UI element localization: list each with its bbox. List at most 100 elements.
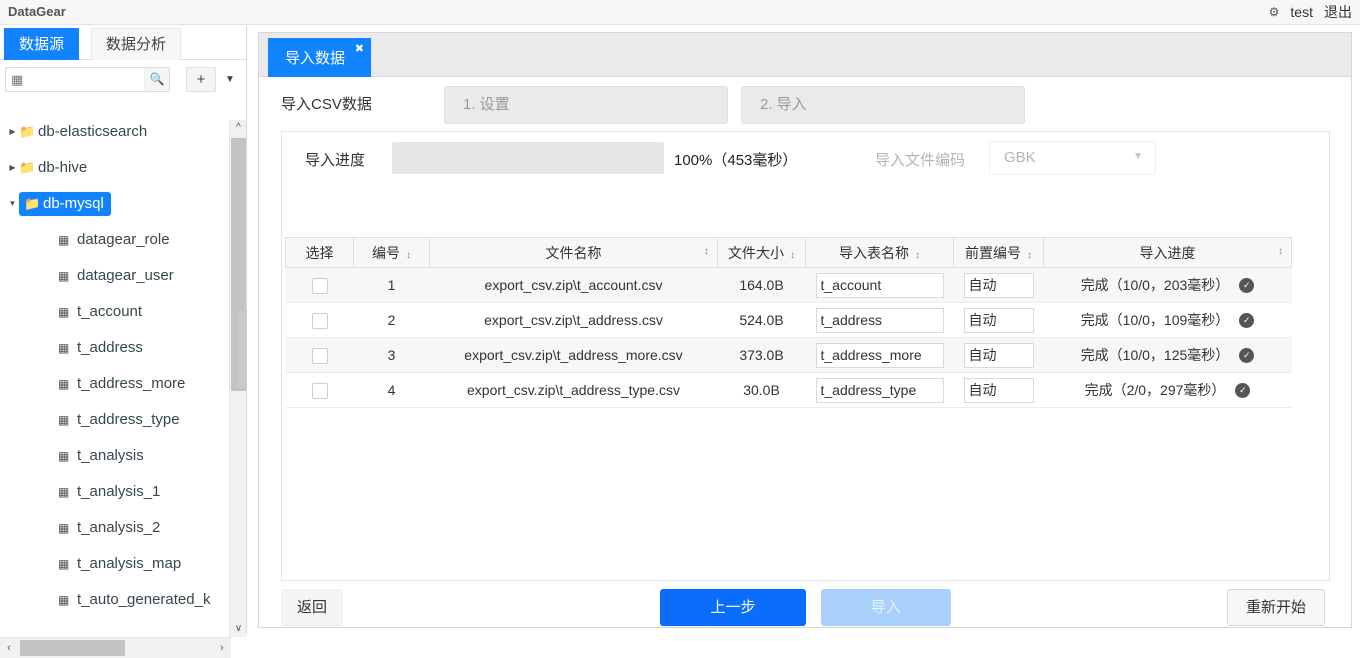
- chevron-right-icon[interactable]: ▶: [6, 114, 19, 150]
- tree-inner-scrollbar-thumb[interactable]: [238, 310, 247, 388]
- row-checkbox[interactable]: [312, 278, 328, 294]
- chevron-down-icon[interactable]: ▼: [6, 186, 19, 222]
- import-card: 导入进度 100%（453毫秒） 导入文件编码 GBK ▼ 选择 编号↕ 文件名…: [281, 131, 1330, 581]
- cell-table-name[interactable]: [806, 373, 954, 408]
- pre-no-input[interactable]: [964, 343, 1034, 368]
- tree-node-db-elasticsearch[interactable]: ▶📁db-elasticsearch: [0, 114, 229, 150]
- pre-no-input[interactable]: [964, 378, 1034, 403]
- folder-icon: 📁: [24, 186, 43, 222]
- th-file-name[interactable]: 文件名称↕: [430, 238, 718, 268]
- cell-select[interactable]: [286, 303, 354, 338]
- tree-node-t-analysis-1[interactable]: ▦t_analysis_1: [0, 474, 229, 510]
- search-box[interactable]: ▦ 🔍: [5, 67, 170, 92]
- sort-icon[interactable]: ↕: [915, 250, 920, 261]
- scroll-up-icon[interactable]: ^: [230, 120, 247, 136]
- sidebar-toolbar: ▦ 🔍 + ▼: [0, 67, 247, 95]
- encoding-select[interactable]: GBK ▼: [989, 141, 1156, 175]
- user-name[interactable]: test: [1290, 4, 1313, 20]
- scroll-down-icon[interactable]: ∨: [230, 621, 247, 637]
- pre-no-input[interactable]: [964, 308, 1034, 333]
- table-name-input[interactable]: [816, 378, 944, 403]
- chevron-down-icon[interactable]: ▼: [219, 67, 241, 92]
- tree-node-label: t_address_type: [77, 411, 180, 428]
- tree-node-db-hive[interactable]: ▶📁db-hive: [0, 150, 229, 186]
- table-row[interactable]: 1 export_csv.zip\t_account.csv 164.0B 完成…: [286, 268, 1292, 303]
- tree-node-t-analysis-map[interactable]: ▦t_analysis_map: [0, 546, 229, 582]
- add-datasource-button[interactable]: +: [186, 67, 216, 92]
- step-2-import[interactable]: 2. 导入: [741, 86, 1025, 124]
- logout-link[interactable]: 退出: [1324, 2, 1352, 22]
- close-icon[interactable]: ✖: [355, 42, 364, 55]
- sort-icon[interactable]: ↕: [1278, 246, 1283, 257]
- step-1-settings[interactable]: 1. 设置: [444, 86, 728, 124]
- sort-icon[interactable]: ↕: [704, 246, 709, 257]
- tree-node-t-analysis-2[interactable]: ▦t_analysis_2: [0, 510, 229, 546]
- row-checkbox[interactable]: [312, 383, 328, 399]
- tree-node-t-analysis[interactable]: ▦t_analysis: [0, 438, 229, 474]
- progress-bar: [392, 142, 664, 174]
- scroll-left-icon[interactable]: ‹: [0, 638, 18, 658]
- th-select[interactable]: 选择: [286, 238, 354, 268]
- cell-table-name[interactable]: [806, 303, 954, 338]
- search-input[interactable]: [30, 68, 145, 91]
- cell-file-size: 373.0B: [718, 338, 806, 373]
- cell-table-name[interactable]: [806, 268, 954, 303]
- back-button[interactable]: 返回: [281, 589, 343, 626]
- chevron-right-icon[interactable]: ▶: [6, 150, 19, 186]
- scrollbar-thumb-horizontal[interactable]: [20, 640, 125, 656]
- gear-icon[interactable]: ⚙: [1269, 3, 1280, 21]
- cell-file-name: export_csv.zip\t_address_type.csv: [430, 373, 718, 408]
- tab-datasource[interactable]: 数据源: [4, 28, 79, 60]
- sort-icon[interactable]: ↕: [406, 250, 411, 261]
- progress-status-text: 完成（10/0，203毫秒）: [1081, 277, 1230, 293]
- cell-no: 1: [354, 268, 430, 303]
- tab-data-analysis[interactable]: 数据分析: [91, 28, 181, 60]
- cell-table-name[interactable]: [806, 338, 954, 373]
- scroll-right-icon[interactable]: ›: [213, 638, 231, 658]
- tree-node-t-address-type[interactable]: ▦t_address_type: [0, 402, 229, 438]
- th-no[interactable]: 编号↕: [354, 238, 430, 268]
- tree-node-datagear-role[interactable]: ▦datagear_role: [0, 222, 229, 258]
- cell-select[interactable]: [286, 338, 354, 373]
- table-name-input[interactable]: [816, 273, 944, 298]
- sort-icon[interactable]: ↕: [1027, 250, 1032, 261]
- tree-node-datagear-user[interactable]: ▦datagear_user: [0, 258, 229, 294]
- table-row[interactable]: 4 export_csv.zip\t_address_type.csv 30.0…: [286, 373, 1292, 408]
- sort-icon[interactable]: ↕: [790, 250, 795, 261]
- th-table-name[interactable]: 导入表名称↕: [806, 238, 954, 268]
- check-circle-icon: ✓: [1239, 278, 1254, 293]
- tree-node-label: t_address: [77, 339, 143, 356]
- search-icon[interactable]: 🔍: [144, 68, 169, 91]
- tab-import-data[interactable]: 导入数据 ✖: [268, 38, 371, 77]
- tree-node-t-address[interactable]: ▦t_address: [0, 330, 229, 366]
- table-name-input[interactable]: [816, 343, 944, 368]
- tree-horizontal-scrollbar[interactable]: ‹ ›: [0, 637, 231, 658]
- th-pre-no[interactable]: 前置编号↕: [954, 238, 1044, 268]
- tree-node-t-address-more[interactable]: ▦t_address_more: [0, 366, 229, 402]
- tree-node-label: db-mysql: [43, 195, 104, 212]
- previous-step-button[interactable]: 上一步: [660, 589, 806, 626]
- table-name-input[interactable]: [816, 308, 944, 333]
- cell-file-name: export_csv.zip\t_address.csv: [430, 303, 718, 338]
- cell-pre-no[interactable]: [954, 303, 1044, 338]
- cell-select[interactable]: [286, 268, 354, 303]
- th-file-size[interactable]: 文件大小↕: [718, 238, 806, 268]
- tree-node-t-auto-generated-k[interactable]: ▦t_auto_generated_k: [0, 582, 229, 618]
- cell-select[interactable]: [286, 373, 354, 408]
- cell-progress: 完成（2/0，297毫秒）✓: [1044, 373, 1292, 408]
- table-row[interactable]: 2 export_csv.zip\t_address.csv 524.0B 完成…: [286, 303, 1292, 338]
- cell-pre-no[interactable]: [954, 268, 1044, 303]
- table-row[interactable]: 3 export_csv.zip\t_address_more.csv 373.…: [286, 338, 1292, 373]
- cell-pre-no[interactable]: [954, 338, 1044, 373]
- th-import-progress[interactable]: 导入进度↕: [1044, 238, 1292, 268]
- restart-button[interactable]: 重新开始: [1227, 589, 1325, 626]
- row-checkbox[interactable]: [312, 348, 328, 364]
- cell-file-name: export_csv.zip\t_account.csv: [430, 268, 718, 303]
- cell-pre-no[interactable]: [954, 373, 1044, 408]
- main-panel: 导入数据 ✖ 导入CSV数据 1. 设置 2. 导入 导入进度 100%（453…: [258, 32, 1352, 628]
- tree-node-t-account[interactable]: ▦t_account: [0, 294, 229, 330]
- tree-node-db-mysql[interactable]: ▼📁db-mysql: [0, 186, 229, 222]
- pre-no-input[interactable]: [964, 273, 1034, 298]
- row-checkbox[interactable]: [312, 313, 328, 329]
- page-title: 导入CSV数据: [281, 93, 372, 114]
